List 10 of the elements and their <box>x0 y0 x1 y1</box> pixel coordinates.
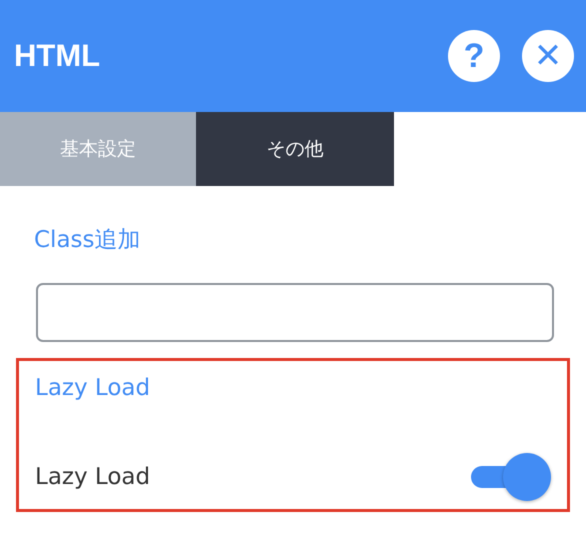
tab[interactable]: その他 <box>196 112 394 186</box>
tab[interactable]: 基本設定 <box>0 112 196 186</box>
window-title: HTML <box>14 38 102 74</box>
toggle-switch[interactable] <box>471 453 551 501</box>
toggle-label: Lazy Load <box>35 464 150 490</box>
input-field[interactable] <box>36 283 554 342</box>
help-icon[interactable]: ? <box>448 30 500 82</box>
section-heading: Lazy Load <box>35 375 152 401</box>
section-heading: Class追加 <box>34 226 142 255</box>
close-icon[interactable]: ✕ <box>522 30 574 82</box>
